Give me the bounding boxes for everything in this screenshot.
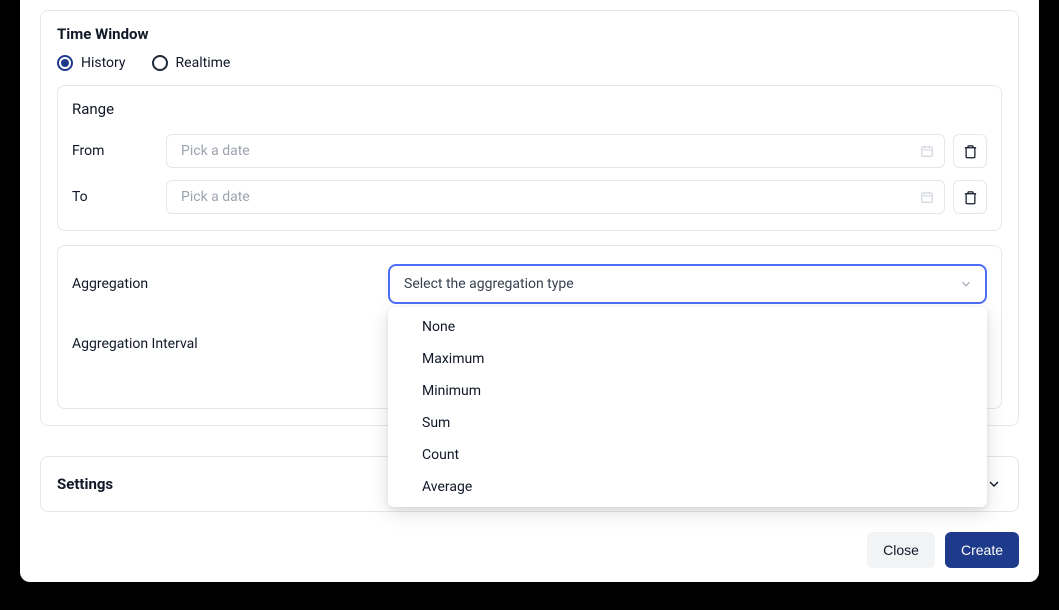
aggregation-dropdown: None Maximum Minimum Sum Count Average: [388, 307, 987, 507]
to-placeholder-text: Pick a date: [181, 189, 250, 205]
aggregation-select[interactable]: Select the aggregation type: [388, 264, 987, 304]
aggregation-row: Aggregation Select the aggregation type: [72, 264, 987, 304]
close-button[interactable]: Close: [867, 532, 935, 568]
range-from-row: From Pick a date: [72, 134, 987, 168]
from-clear-button[interactable]: [953, 134, 987, 168]
aggregation-option-average[interactable]: Average: [388, 471, 987, 503]
time-window-title: Time Window: [57, 25, 1002, 43]
trash-icon: [963, 144, 978, 159]
aggregation-interval-label: Aggregation Interval: [72, 336, 388, 352]
radio-history-indicator: [57, 55, 73, 71]
calendar-icon: [920, 144, 934, 158]
aggregation-panel: Aggregation Select the aggregation type …: [57, 245, 1002, 409]
radio-realtime[interactable]: Realtime: [152, 55, 231, 71]
time-window-panel: Time Window History Realtime Range From …: [40, 10, 1019, 426]
aggregation-option-none[interactable]: None: [388, 311, 987, 343]
chevron-down-icon: [986, 476, 1002, 492]
modal-container: Time Window History Realtime Range From …: [20, 0, 1039, 582]
to-clear-button[interactable]: [953, 180, 987, 214]
from-label: From: [72, 143, 166, 159]
modal-footer: Close Create: [20, 512, 1039, 588]
range-title: Range: [72, 100, 987, 118]
aggregation-option-sum[interactable]: Sum: [388, 407, 987, 439]
to-date-input[interactable]: Pick a date: [166, 180, 945, 214]
from-date-input[interactable]: Pick a date: [166, 134, 945, 168]
time-window-radio-group: History Realtime: [57, 55, 1002, 71]
radio-realtime-label: Realtime: [176, 55, 231, 71]
aggregation-select-placeholder: Select the aggregation type: [404, 276, 574, 292]
aggregation-label: Aggregation: [72, 276, 388, 292]
to-label: To: [72, 189, 166, 205]
chevron-down-icon: [959, 277, 973, 291]
radio-realtime-indicator: [152, 55, 168, 71]
aggregation-option-maximum[interactable]: Maximum: [388, 343, 987, 375]
range-panel: Range From Pick a date: [57, 85, 1002, 231]
aggregation-option-count[interactable]: Count: [388, 439, 987, 471]
aggregation-option-minimum[interactable]: Minimum: [388, 375, 987, 407]
settings-title: Settings: [57, 475, 113, 493]
create-button[interactable]: Create: [945, 532, 1019, 568]
radio-history-label: History: [81, 55, 126, 71]
radio-history[interactable]: History: [57, 55, 126, 71]
modal-content: Time Window History Realtime Range From …: [20, 10, 1039, 512]
calendar-icon: [920, 190, 934, 204]
trash-icon: [963, 190, 978, 205]
range-to-row: To Pick a date: [72, 180, 987, 214]
from-placeholder-text: Pick a date: [181, 143, 250, 159]
